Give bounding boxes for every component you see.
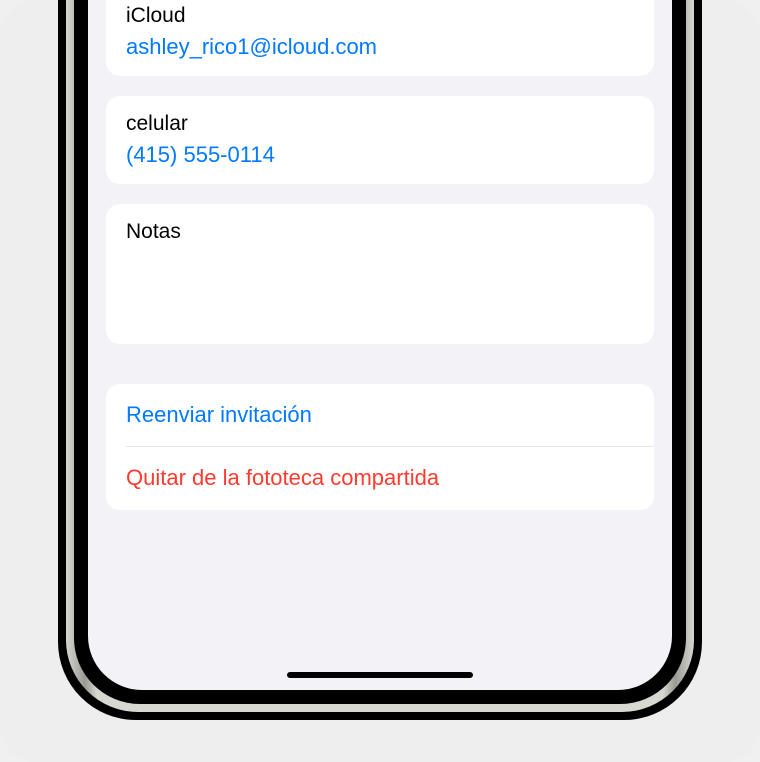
phone-field[interactable]: celular (415) 555-0114: [106, 96, 654, 184]
actions-card: Reenviar invitación Quitar de la fototec…: [106, 384, 654, 510]
outer-container: iCloud ashley_rico1@icloud.com celular (…: [0, 0, 760, 762]
notes-card[interactable]: Notas: [106, 204, 654, 344]
notes-label: Notas: [126, 218, 634, 246]
phone-value[interactable]: (415) 555-0114: [126, 140, 634, 170]
home-indicator[interactable]: [287, 672, 473, 678]
resend-invitation-button[interactable]: Reenviar invitación: [106, 384, 654, 446]
phone-label: celular: [126, 110, 634, 138]
icloud-value[interactable]: ashley_rico1@icloud.com: [126, 32, 634, 62]
remove-from-shared-library-button[interactable]: Quitar de la fototeca compartida: [106, 447, 654, 509]
icloud-label: iCloud: [126, 2, 634, 30]
contact-detail-content: iCloud ashley_rico1@icloud.com celular (…: [88, 0, 672, 510]
icloud-card[interactable]: iCloud ashley_rico1@icloud.com: [106, 0, 654, 76]
notes-field[interactable]: Notas: [106, 204, 654, 260]
icloud-field[interactable]: iCloud ashley_rico1@icloud.com: [106, 0, 654, 76]
phone-card[interactable]: celular (415) 555-0114: [106, 96, 654, 184]
phone-frame: iCloud ashley_rico1@icloud.com celular (…: [58, 0, 702, 720]
phone-screen: iCloud ashley_rico1@icloud.com celular (…: [88, 0, 672, 690]
